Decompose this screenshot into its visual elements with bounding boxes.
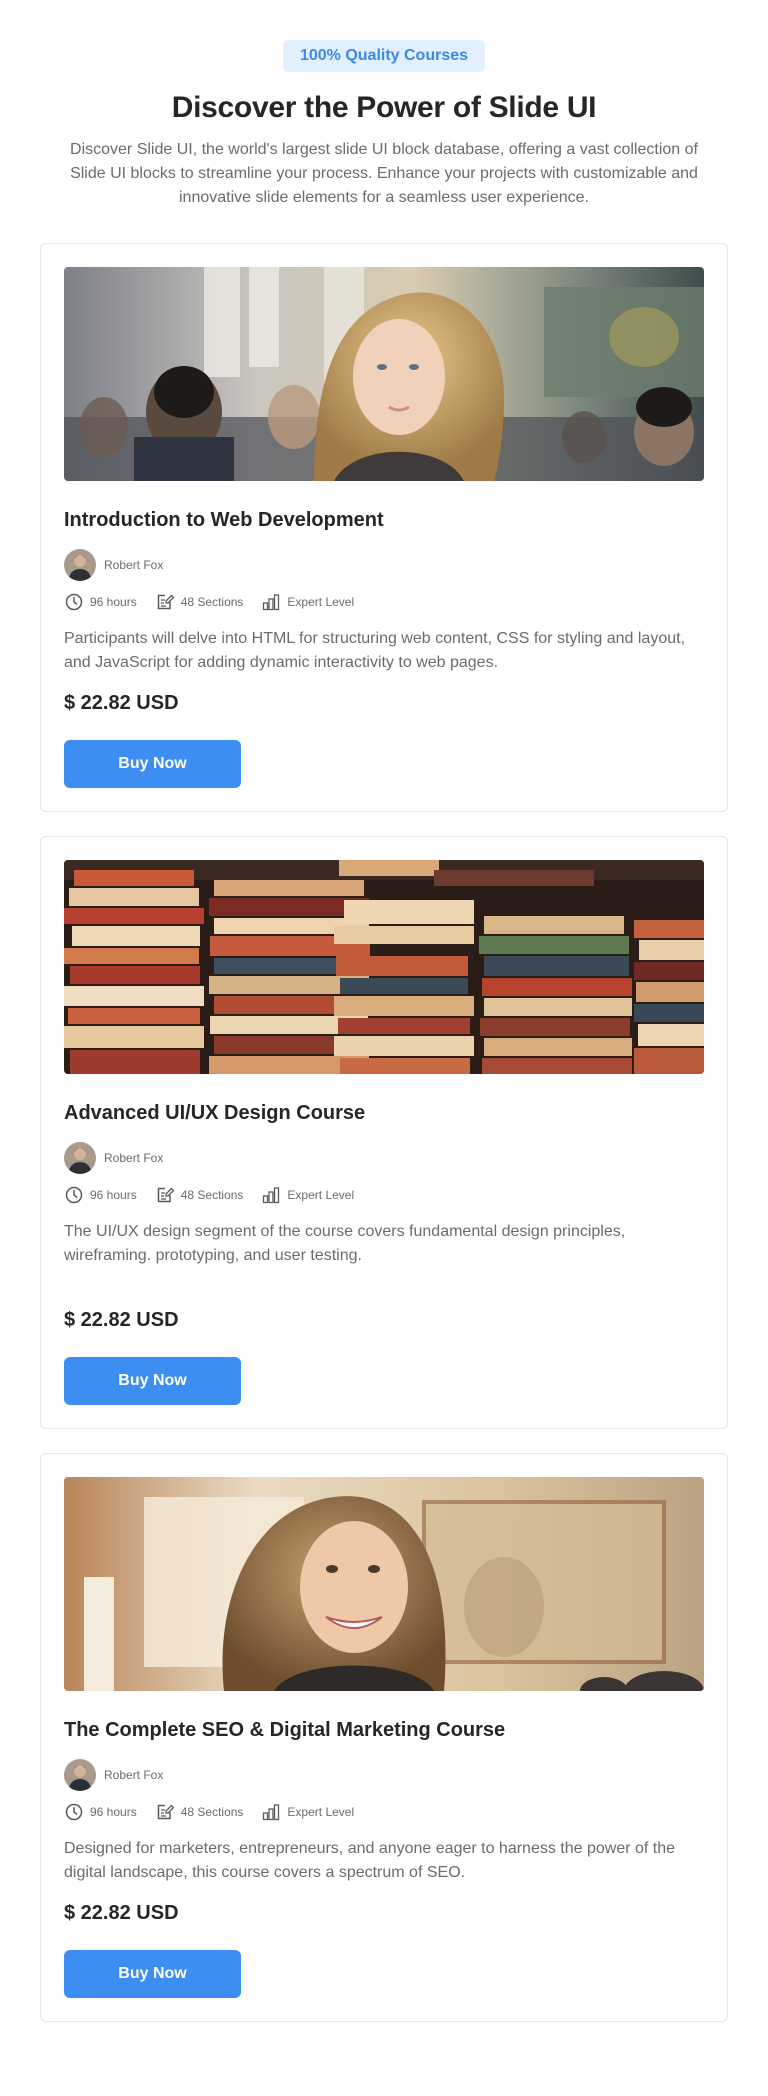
buy-now-button[interactable]: Buy Now [64, 1950, 241, 1998]
quality-badge: 100% Quality Courses [282, 40, 486, 72]
level-text: Expert Level [287, 1188, 355, 1202]
sections-text: 48 Sections [180, 1805, 244, 1819]
course-description: Designed for marketers, entrepreneurs, a… [64, 1840, 676, 1881]
sections-icon [155, 592, 175, 612]
author: Robert Fox [64, 549, 704, 581]
page-title: Discover the Power of Slide UI [171, 91, 597, 124]
avatar [64, 1759, 96, 1791]
sections-icon [155, 1802, 175, 1822]
course-price: $ 22.82 USD [64, 692, 179, 714]
course-image-books [64, 860, 704, 1074]
course-title[interactable]: Introduction to Web Development [64, 506, 704, 534]
course-meta: 96 hours 48 Sections Expert Level [64, 1801, 704, 1823]
level: Expert Level [261, 1185, 354, 1205]
course-meta: 96 hours 48 Sections Expert Level [64, 1184, 704, 1206]
clock-icon [64, 1802, 84, 1822]
course-card: Introduction to Web Development Robert F… [40, 243, 728, 812]
course-card: The Complete SEO & Digital Marketing Cou… [40, 1453, 728, 2022]
page: 100% Quality Courses Discover the Power … [0, 0, 768, 2096]
duration: 96 hours [64, 592, 137, 612]
sections: 48 Sections [155, 592, 244, 612]
level-text: Expert Level [287, 595, 355, 609]
course-image-student [64, 1477, 704, 1691]
course-price: $ 22.82 USD [64, 1902, 179, 1924]
author-name[interactable]: Robert Fox [104, 558, 163, 572]
course-description: Participants will delve into HTML for st… [64, 630, 686, 671]
course-price: $ 22.82 USD [64, 1309, 179, 1331]
author: Robert Fox [64, 1759, 704, 1791]
buy-now-button[interactable]: Buy Now [64, 740, 241, 788]
duration: 96 hours [64, 1185, 137, 1205]
clock-icon [64, 592, 84, 612]
course-image-classroom [64, 267, 704, 481]
level-bars-icon [261, 592, 281, 612]
sections: 48 Sections [155, 1802, 244, 1822]
level-bars-icon [261, 1185, 281, 1205]
course-title[interactable]: Advanced UI/UX Design Course [64, 1099, 704, 1127]
hero-section: 100% Quality Courses Discover the Power … [0, 0, 768, 210]
level: Expert Level [261, 592, 354, 612]
page-description: Discover Slide UI, the world's largest s… [70, 141, 698, 206]
level-bars-icon [261, 1802, 281, 1822]
duration-text: 96 hours [90, 1805, 137, 1819]
course-list: Introduction to Web Development Robert F… [40, 243, 728, 2046]
avatar [64, 549, 96, 581]
level: Expert Level [261, 1802, 354, 1822]
sections-text: 48 Sections [180, 1188, 244, 1202]
duration: 96 hours [64, 1802, 137, 1822]
course-card: Advanced UI/UX Design Course Robert Fox [40, 836, 728, 1429]
buy-now-button[interactable]: Buy Now [64, 1357, 241, 1405]
course-meta: 96 hours 48 Sections Expert Level [64, 591, 704, 613]
author-name[interactable]: Robert Fox [104, 1151, 163, 1165]
author-name[interactable]: Robert Fox [104, 1768, 163, 1782]
clock-icon [64, 1185, 84, 1205]
course-title[interactable]: The Complete SEO & Digital Marketing Cou… [64, 1716, 704, 1744]
sections-icon [155, 1185, 175, 1205]
duration-text: 96 hours [90, 595, 137, 609]
avatar [64, 1142, 96, 1174]
course-description: The UI/UX design segment of the course c… [64, 1223, 626, 1264]
duration-text: 96 hours [90, 1188, 137, 1202]
sections-text: 48 Sections [180, 595, 244, 609]
sections: 48 Sections [155, 1185, 244, 1205]
level-text: Expert Level [287, 1805, 355, 1819]
author: Robert Fox [64, 1142, 704, 1174]
